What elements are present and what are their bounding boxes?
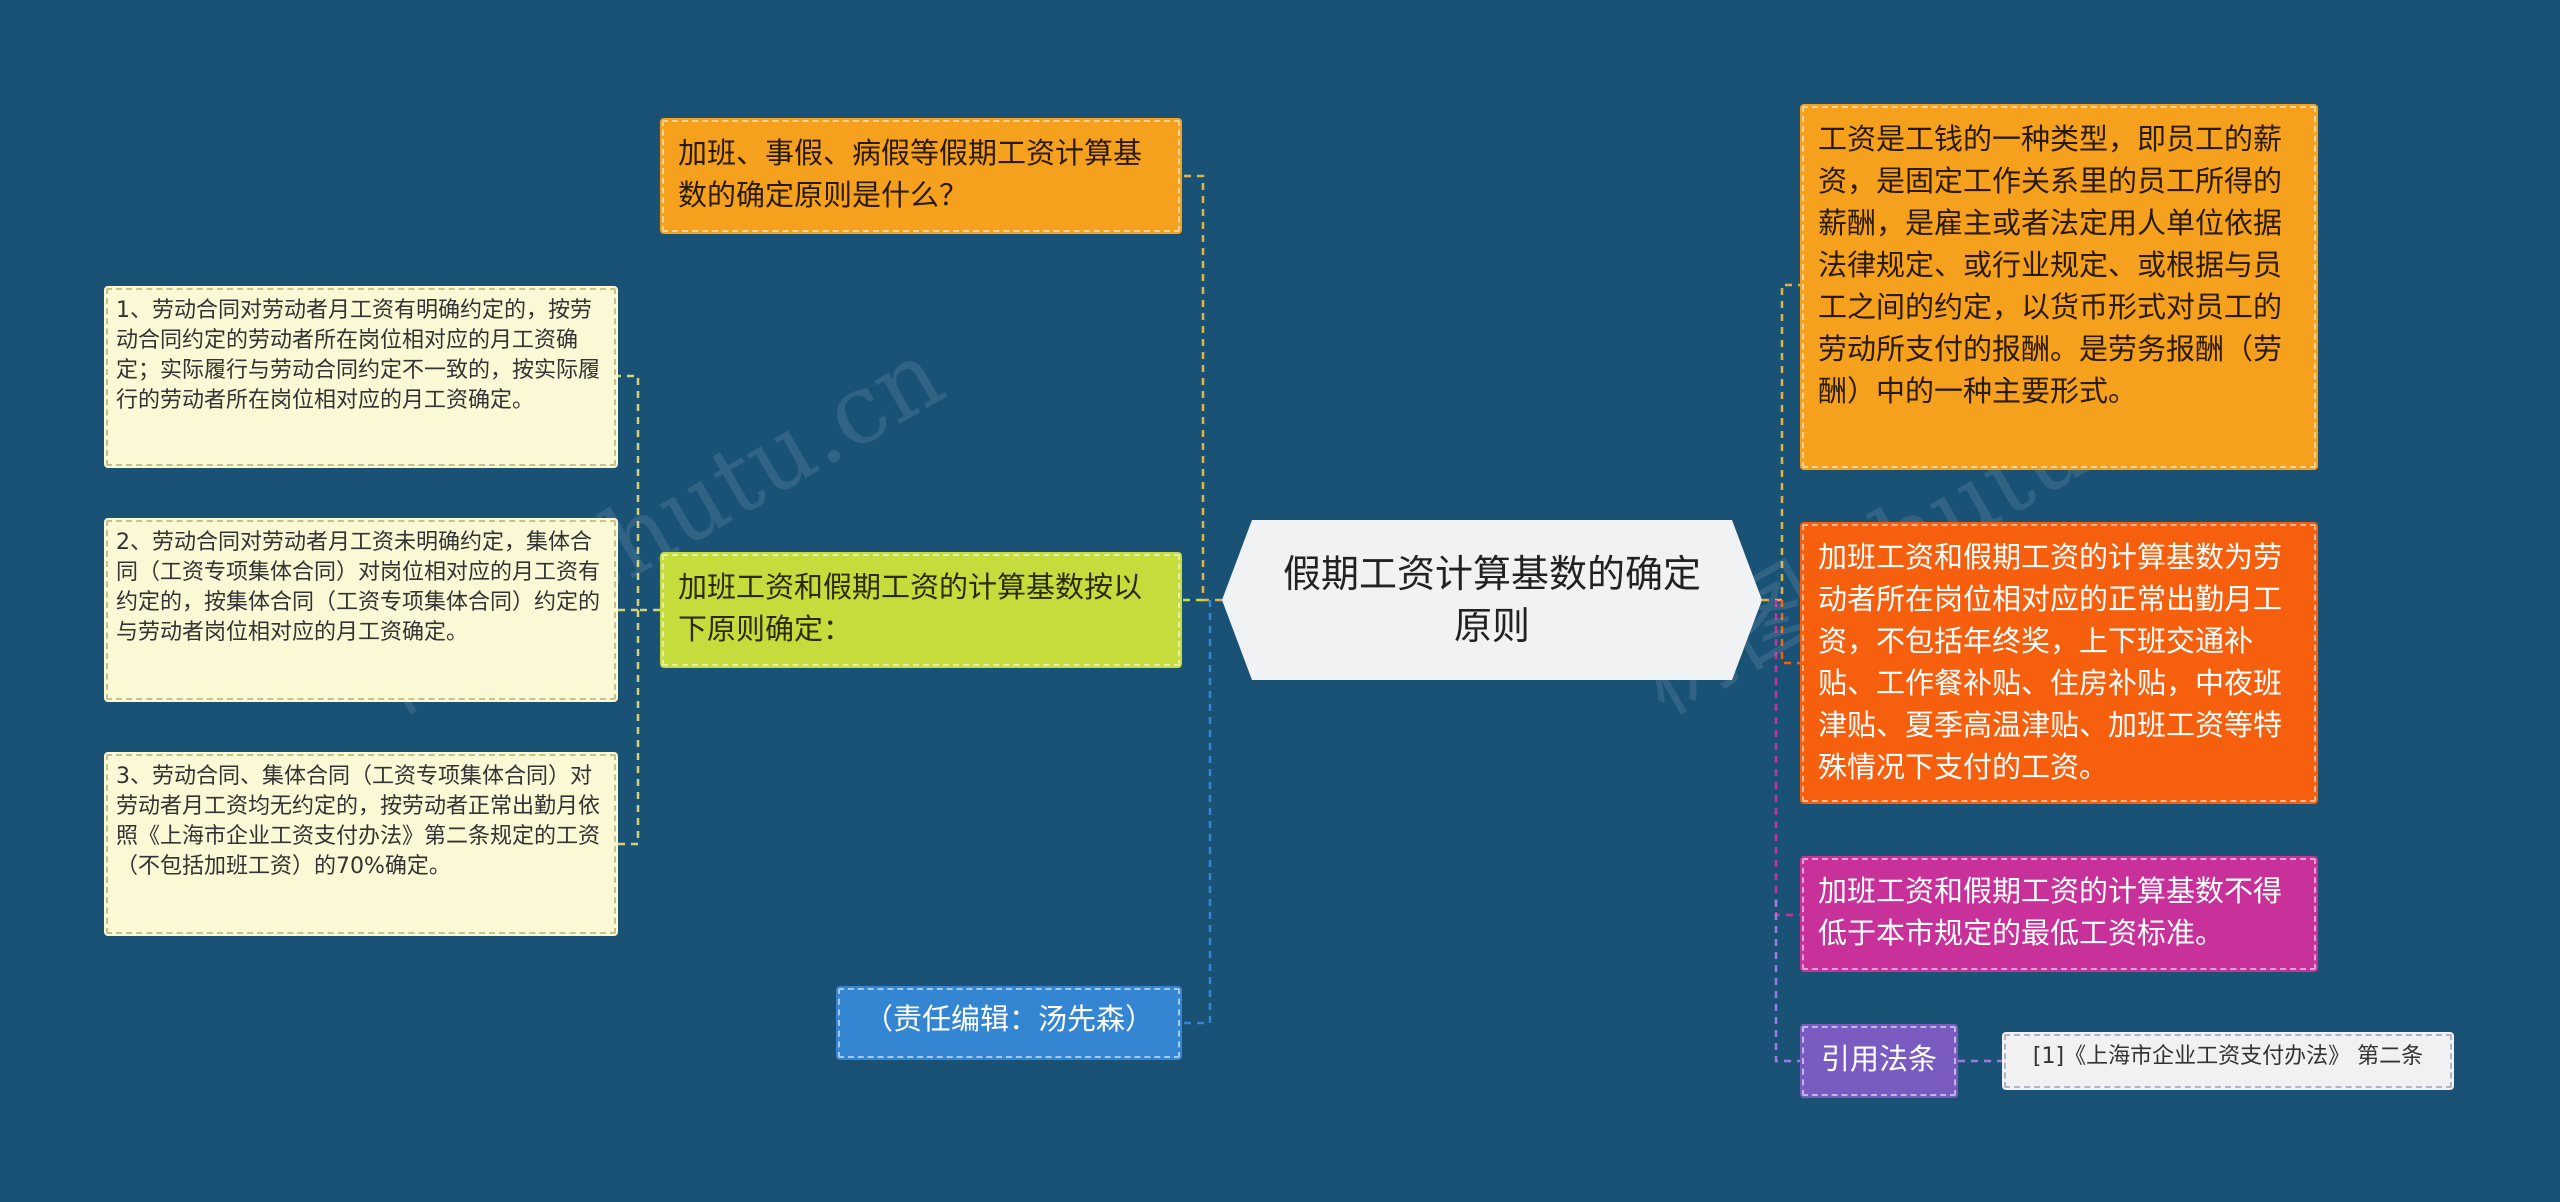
- editor-text: （责任编辑：汤先森）: [863, 1002, 1154, 1036]
- root-topic[interactable]: 假期工资计算基数的确定原则: [1222, 520, 1762, 680]
- question-node[interactable]: 加班、事假、病假等假期工资计算基数的确定原则是什么？: [660, 118, 1182, 234]
- connector-root-right: [1762, 283, 1800, 602]
- sub-item-1-text: 1、劳动合同对劳动者月工资有明确约定的，按劳动合同约定的劳动者所在岗位相对应的月…: [116, 298, 601, 413]
- wage-definition-node[interactable]: 工资是工钱的一种类型，即员工的薪资，是固定工作关系里的员工所得的薪酬，是雇主或者…: [1800, 104, 2318, 470]
- connector-principle-subs: [618, 374, 660, 846]
- law-reference-text: [1]《上海市企业工资支付办法》 第二条: [2032, 1044, 2424, 1069]
- connector-root-left: [1182, 174, 1222, 602]
- law-reference-node[interactable]: [1]《上海市企业工资支付办法》 第二条: [2002, 1032, 2454, 1090]
- sub-item-2[interactable]: 2、劳动合同对劳动者月工资未明确约定，集体合同（工资专项集体合同）对岗位相对应的…: [104, 518, 618, 702]
- principle-text: 加班工资和假期工资的计算基数按以下原则确定：: [678, 570, 1143, 646]
- law-label-node[interactable]: 引用法条: [1800, 1024, 1958, 1098]
- sub-item-3-text: 3、劳动合同、集体合同（工资专项集体合同）对劳动者月工资均无约定的，按劳动者正常…: [116, 764, 601, 879]
- wage-definition-text: 工资是工钱的一种类型，即员工的薪资，是固定工作关系里的员工所得的薪酬，是雇主或者…: [1818, 122, 2283, 408]
- base-definition-text: 加班工资和假期工资的计算基数为劳动者所在岗位相对应的正常出勤月工资，不包括年终奖…: [1818, 540, 2283, 784]
- mindmap-canvas: 树图 shutu.cn 树图 shutu.cn 假期工资计算基数的确定原则 加班…: [0, 0, 2560, 1202]
- connector-right-base: [1780, 600, 1800, 665]
- minimum-rule-node[interactable]: 加班工资和假期工资的计算基数不得低于本市规定的最低工资标准。: [1800, 856, 2318, 972]
- connector-right-law: [1774, 900, 1800, 1063]
- minimum-rule-text: 加班工资和假期工资的计算基数不得低于本市规定的最低工资标准。: [1818, 874, 2283, 950]
- law-label-text: 引用法条: [1820, 1042, 1937, 1076]
- question-text: 加班、事假、病假等假期工资计算基数的确定原则是什么？: [678, 136, 1143, 212]
- principle-node[interactable]: 加班工资和假期工资的计算基数按以下原则确定：: [660, 552, 1182, 668]
- base-definition-node[interactable]: 加班工资和假期工资的计算基数为劳动者所在岗位相对应的正常出勤月工资，不包括年终奖…: [1800, 522, 2318, 804]
- connector-left-editor: [1182, 600, 1212, 1025]
- connector-right-min: [1774, 600, 1800, 917]
- sub-item-3[interactable]: 3、劳动合同、集体合同（工资专项集体合同）对劳动者月工资均无约定的，按劳动者正常…: [104, 752, 618, 936]
- sub-item-2-text: 2、劳动合同对劳动者月工资未明确约定，集体合同（工资专项集体合同）对岗位相对应的…: [116, 530, 601, 645]
- root-title: 假期工资计算基数的确定原则: [1282, 552, 1701, 648]
- sub-item-1[interactable]: 1、劳动合同对劳动者月工资有明确约定的，按劳动合同约定的劳动者所在岗位相对应的月…: [104, 286, 618, 468]
- editor-node[interactable]: （责任编辑：汤先森）: [836, 986, 1182, 1060]
